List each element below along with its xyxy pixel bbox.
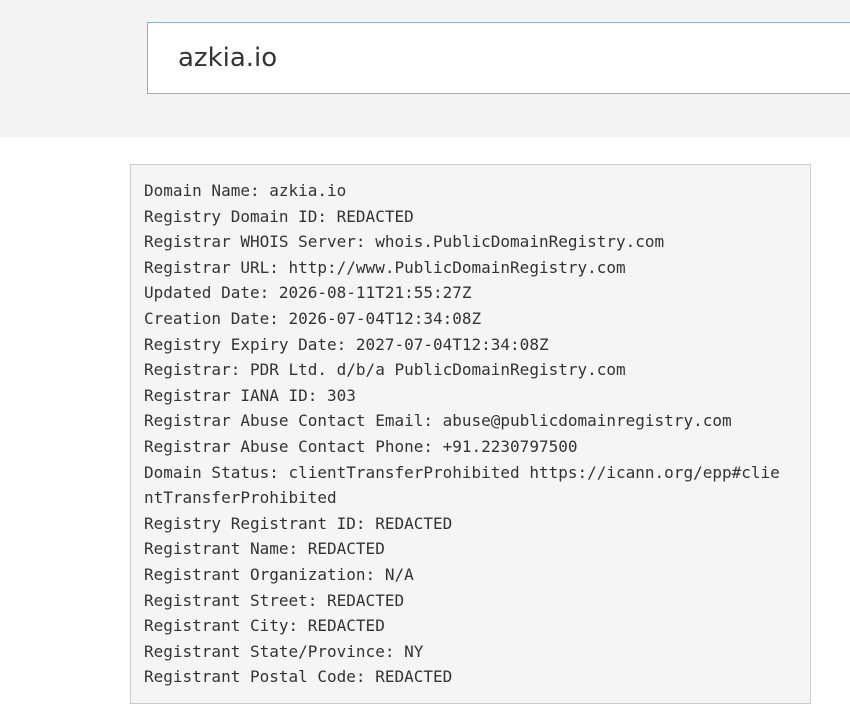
whois-line-registry-domain-id: Registry Domain ID: REDACTED <box>144 206 414 226</box>
whois-line-registrant-city: Registrant City: REDACTED <box>144 616 385 636</box>
whois-line-registrar-iana-id: Registrar IANA ID: 303 <box>144 385 356 405</box>
whois-line-registrant-id: Registry Registrant ID: REDACTED <box>144 513 453 533</box>
whois-line-updated-date: Updated Date: 2026-08-11T21:55:27Z <box>144 283 472 303</box>
whois-result-panel: Domain Name: azkia.io Registry Domain ID… <box>130 164 811 704</box>
whois-line-abuse-email: Registrar Abuse Contact Email: abuse@pub… <box>144 411 732 431</box>
whois-line-domain-name: Domain Name: azkia.io <box>144 181 347 200</box>
whois-line-domain-status-continued: ntTransferProhibited <box>144 488 337 508</box>
whois-line-registrant-state: Registrant State/Province: NY <box>144 641 424 661</box>
whois-line-creation-date: Creation Date: 2026-07-04T12:34:08Z <box>144 308 482 328</box>
whois-line-registrant-organization: Registrant Organization: N/A <box>144 564 414 584</box>
whois-line-registrant-postal-code: Registrant Postal Code: REDACTED <box>144 667 453 687</box>
whois-line-registrar-whois-server: Registrar WHOIS Server: whois.PublicDoma… <box>144 232 665 252</box>
whois-line-registrant-street: Registrant Street: REDACTED <box>144 590 405 610</box>
domain-search-input[interactable]: azkia.io <box>147 22 850 94</box>
whois-line-registrar: Registrar: PDR Ltd. d/b/a PublicDomainRe… <box>144 360 626 380</box>
whois-line-registry-expiry-date: Registry Expiry Date: 2027-07-04T12:34:0… <box>144 334 549 354</box>
whois-line-domain-status: Domain Status: clientTransferProhibited … <box>144 462 780 482</box>
whois-line-registrant-name: Registrant Name: REDACTED <box>144 539 385 559</box>
whois-line-registrar-url: Registrar URL: http://www.PublicDomainRe… <box>144 257 626 277</box>
whois-line-abuse-phone: Registrar Abuse Contact Phone: +91.22307… <box>144 436 578 456</box>
